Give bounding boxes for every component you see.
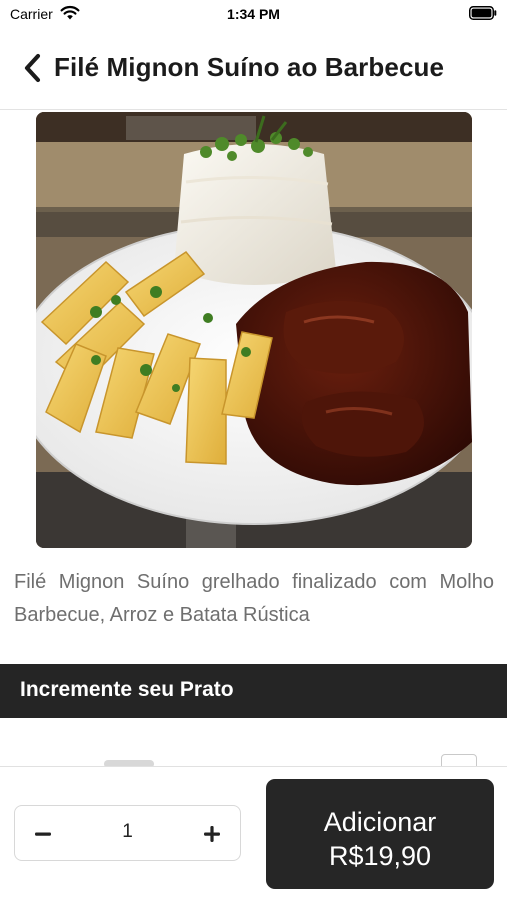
plus-icon — [204, 826, 220, 842]
section-title: Incremente seu Prato — [20, 678, 234, 701]
chevron-left-icon — [24, 53, 41, 83]
add-to-cart-button[interactable]: Adicionar R$19,90 — [266, 779, 494, 889]
status-time: 1:34 PM — [227, 6, 280, 22]
page-title: Filé Mignon Suíno ao Barbecue — [54, 52, 445, 82]
quantity-stepper: 1 — [14, 805, 241, 861]
add-button-price: R$19,90 — [328, 841, 432, 871]
quantity-value: 1 — [122, 821, 133, 842]
bottom-action-bar: 1 Adicionar R$19,90 — [0, 766, 507, 900]
dish-description: Filé Mignon Suíno grelhado finalizado co… — [14, 571, 494, 626]
addon-option-row[interactable] — [0, 740, 507, 766]
status-bar: Carrier 1:34 PM — [0, 0, 507, 28]
dish-photo — [36, 112, 472, 548]
increase-quantity-button[interactable] — [184, 806, 240, 862]
add-button-label: Adicionar — [323, 807, 437, 837]
minus-icon — [35, 832, 51, 836]
navigation-bar: Filé Mignon Suíno ao Barbecue — [0, 28, 507, 110]
decrease-quantity-button[interactable] — [15, 806, 71, 862]
addon-checkbox[interactable] — [441, 754, 477, 766]
back-button[interactable] — [16, 50, 48, 86]
section-header: Incremente seu Prato — [0, 664, 507, 718]
battery-icon — [469, 6, 497, 25]
